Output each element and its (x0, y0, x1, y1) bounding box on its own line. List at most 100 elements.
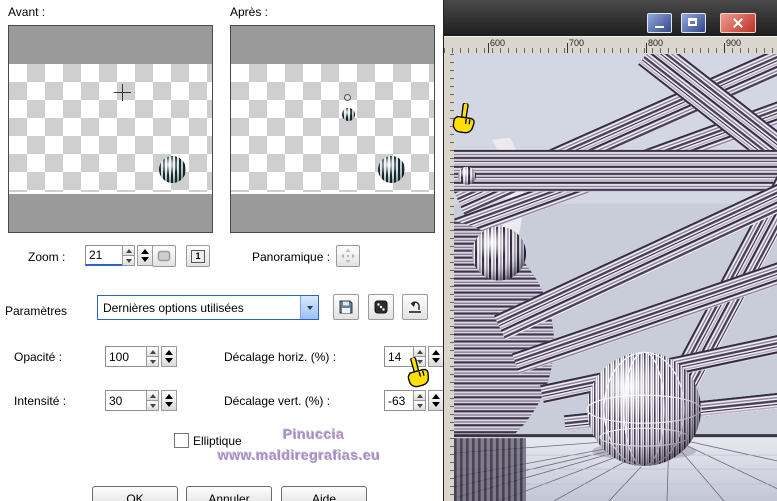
maximize-button[interactable] (681, 13, 706, 33)
down-arrow-icon (149, 359, 156, 364)
reset-default-button[interactable] (402, 294, 428, 320)
minimize-icon (655, 26, 664, 28)
after-gray-band-top (231, 26, 434, 64)
intensity-label: Intensité : (14, 394, 67, 408)
after-preview[interactable] (230, 25, 435, 233)
h-offset-slider-button[interactable] (428, 346, 444, 367)
h-offset-spin-up-button[interactable] (413, 346, 426, 357)
pan-label: Panoramique : (252, 250, 331, 264)
h-offset-spin-down-button[interactable] (413, 357, 426, 367)
ruler-tick (724, 43, 725, 53)
ruler-mark: 800 (648, 38, 664, 48)
elliptic-checkbox[interactable] (174, 433, 189, 448)
image-window-titlebar[interactable] (444, 0, 777, 36)
intensity-spinner (146, 390, 159, 411)
up-arrow-icon (125, 248, 132, 253)
up-arrow-icon (416, 393, 423, 398)
v-offset-slider-button[interactable] (428, 390, 444, 411)
ruler-mark: 900 (726, 38, 742, 48)
up-arrow-icon (165, 350, 173, 355)
actual-size-icon: 1 (191, 249, 205, 263)
floppy-disk-icon (339, 300, 353, 314)
v-offset-field: -63 (384, 390, 444, 411)
ruler-tick (488, 43, 489, 53)
watermark-author: Pinuccia (283, 426, 345, 442)
down-arrow-icon (149, 403, 156, 408)
v-offset-label: Décalage vert. (%) : (224, 394, 331, 408)
zoom-actual-size-button[interactable]: 1 (186, 245, 210, 267)
ruler-mark: 700 (569, 38, 585, 48)
reset-arrow-icon (409, 301, 421, 313)
watermark-url: www.maldiregrafias.eu (218, 447, 381, 463)
up-arrow-icon (141, 249, 149, 254)
presets-combobox[interactable]: Dernières options utilisées (97, 295, 319, 320)
up-arrow-icon (149, 349, 156, 354)
opacity-spinner (146, 346, 159, 367)
image-canvas[interactable] (454, 54, 777, 501)
zoom-spin-down-button[interactable] (122, 256, 135, 266)
down-arrow-icon (141, 257, 149, 262)
after-transparency-checker (231, 64, 434, 192)
intensity-input[interactable]: 30 (105, 390, 146, 411)
pan-cross-icon (341, 249, 355, 263)
zoom-slider-button[interactable] (137, 245, 153, 266)
zoom-input[interactable]: 21 (85, 245, 122, 266)
down-arrow-icon (165, 358, 173, 363)
v-offset-input[interactable]: -63 (384, 390, 413, 411)
opacity-spin-down-button[interactable] (146, 357, 159, 367)
down-arrow-icon (125, 258, 132, 263)
intensity-slider-button[interactable] (161, 390, 177, 411)
zoom-spin-up-button[interactable] (122, 245, 135, 256)
opacity-spin-up-button[interactable] (146, 346, 159, 357)
pan-button[interactable] (336, 245, 360, 267)
down-arrow-icon (416, 359, 423, 364)
presets-label: Paramètres (5, 304, 68, 318)
v-offset-spinner (413, 390, 426, 411)
chevron-down-icon (306, 305, 313, 310)
abstract-artwork (454, 54, 777, 501)
fit-image-icon (157, 250, 171, 262)
elliptic-label: Elliptique (193, 434, 242, 448)
dice-icon (374, 300, 388, 314)
before-gray-band-bottom (9, 194, 212, 232)
after-sphere (378, 156, 405, 183)
intensity-spin-up-button[interactable] (146, 390, 159, 401)
before-gray-band-top (9, 26, 212, 64)
after-small-dot (344, 94, 351, 101)
intensity-spin-down-button[interactable] (146, 401, 159, 411)
crosshair-cursor (114, 84, 131, 101)
up-arrow-icon (165, 394, 173, 399)
zoom-field: 21 (85, 245, 153, 266)
h-offset-label: Décalage horiz. (%) : (224, 350, 337, 364)
ruler-tick (646, 43, 647, 53)
after-label: Après : (230, 5, 269, 19)
opacity-input[interactable]: 100 (105, 346, 146, 367)
up-arrow-icon (416, 349, 423, 354)
cancel-button[interactable]: Annuler (186, 486, 272, 501)
opacity-label: Opacité : (14, 350, 63, 364)
before-preview[interactable] (8, 25, 213, 233)
save-preset-button[interactable] (333, 294, 359, 320)
maximize-icon (688, 18, 697, 26)
ok-button[interactable]: OK (92, 486, 178, 501)
v-offset-spin-up-button[interactable] (413, 390, 426, 401)
horizontal-ruler: 600 700 800 900 (444, 36, 777, 55)
h-offset-field: 14 (384, 346, 444, 367)
h-offset-input[interactable]: 14 (384, 346, 413, 367)
effect-dialog: Avant : Après : Zoom : 21 1 Panoramique … (0, 0, 444, 501)
opacity-slider-button[interactable] (161, 346, 177, 367)
v-offset-spin-down-button[interactable] (413, 401, 426, 411)
randomize-preset-button[interactable] (368, 294, 394, 320)
screen: Avant : Après : Zoom : 21 1 Panoramique … (0, 0, 777, 501)
zoom-fit-button[interactable] (152, 245, 176, 267)
intensity-field: 30 (105, 390, 177, 411)
h-offset-spinner (413, 346, 426, 367)
up-arrow-icon (149, 393, 156, 398)
help-button[interactable]: Aide (281, 486, 367, 501)
close-button[interactable] (720, 13, 756, 33)
zoom-spinner (122, 245, 135, 266)
image-window: 600 700 800 900 (443, 0, 777, 501)
minimize-button[interactable] (647, 13, 672, 33)
down-arrow-icon (432, 402, 440, 407)
presets-dropdown-button[interactable] (300, 296, 318, 319)
